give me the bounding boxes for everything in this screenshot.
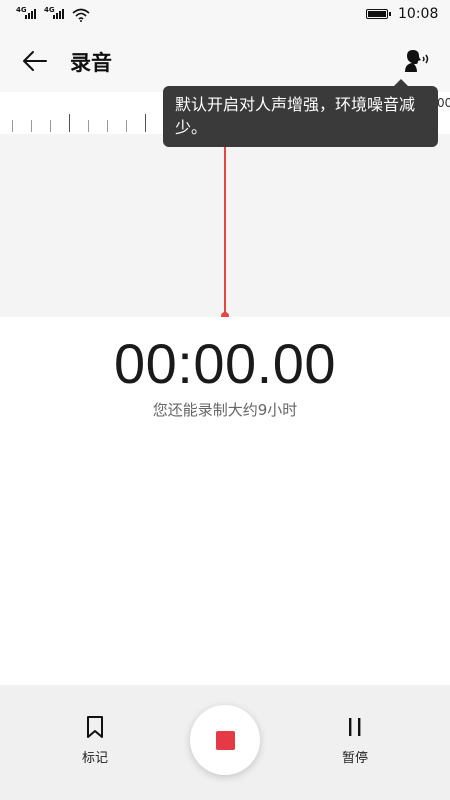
sim1-signal-icon: [25, 9, 36, 19]
waveform-area: [0, 134, 450, 320]
status-bar: 4G 4G 10:08: [0, 0, 450, 30]
status-time: 10:08: [398, 6, 439, 22]
voice-enhance-button[interactable]: [398, 44, 434, 78]
pause-button-label: 暂停: [341, 751, 368, 766]
bottom-controls: 标记 暂停: [0, 685, 450, 800]
voice-enhance-tooltip: 默认开启对人声增强，环境噪音减少。: [163, 79, 438, 147]
stop-icon: [215, 730, 235, 750]
arrow-left-icon: [23, 51, 47, 71]
remaining-time-text: 您还能录制大约9小时: [152, 401, 298, 419]
pause-button[interactable]: 暂停: [325, 715, 385, 766]
ruler-tick: [31, 120, 32, 132]
ruler-tick-major: [69, 114, 70, 132]
ruler-tick: [12, 120, 13, 132]
elapsed-timer: 00:00.00: [114, 332, 336, 395]
ruler-tick-major: [145, 114, 146, 132]
stop-record-button[interactable]: [190, 705, 260, 775]
page-title: 录音: [70, 51, 112, 75]
tooltip-text: 默认开启对人声增强，环境噪音减少。: [175, 95, 416, 137]
wifi-icon: [72, 7, 90, 26]
pause-icon: [349, 718, 361, 736]
back-button[interactable]: [18, 46, 52, 76]
recorder-panel: 00:00.00 您还能录制大约9小时: [0, 317, 450, 685]
ruler-tick: [50, 120, 51, 132]
ruler-tick: [107, 120, 108, 132]
ruler-time-label: 00: [437, 96, 450, 110]
mark-button[interactable]: 标记: [65, 715, 125, 766]
mark-button-label: 标记: [81, 751, 108, 766]
sim2-signal-icon: [53, 9, 64, 19]
voice-enhance-icon: [405, 50, 429, 72]
playhead-line: [224, 134, 226, 315]
app-bar: 录音: [0, 30, 450, 92]
battery-icon: [366, 9, 391, 19]
bookmark-icon: [87, 716, 103, 738]
ruler-tick: [88, 120, 89, 132]
ruler-tick: [126, 120, 127, 132]
